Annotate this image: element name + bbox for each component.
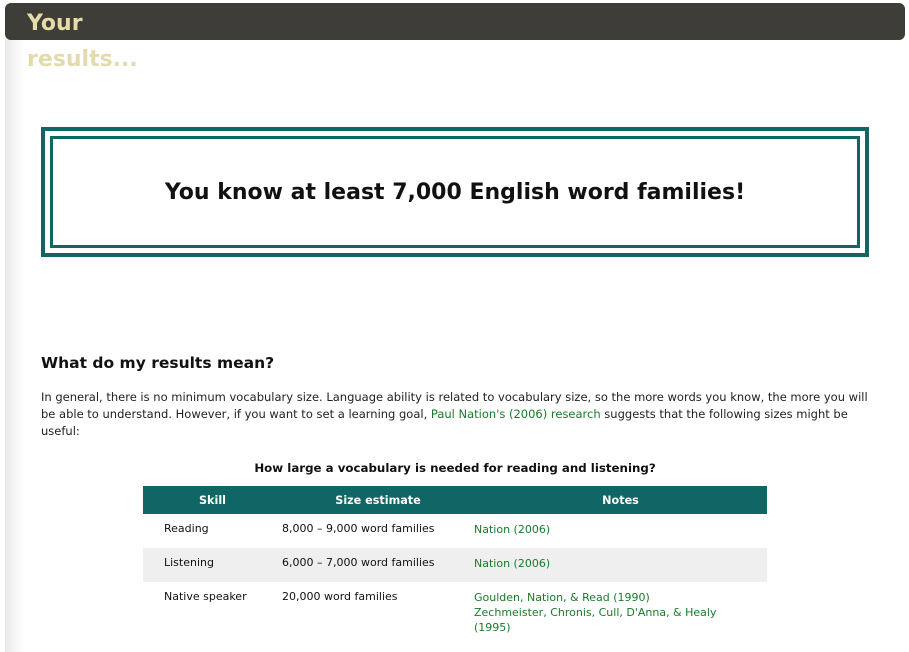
- result-box: You know at least 7,000 English word fam…: [41, 127, 869, 257]
- cell-skill: Reading: [164, 522, 209, 535]
- cell-size: 6,000 – 7,000 word families: [282, 548, 474, 582]
- left-shadow-strip: [5, 40, 24, 652]
- column-header-size: Size estimate: [282, 486, 474, 514]
- table-row-listening: Listening 6,000 – 7,000 word families Na…: [143, 548, 767, 582]
- cell-notes: Nation (2006): [474, 514, 767, 548]
- page-title-continued: results...: [27, 47, 138, 72]
- page-title: Your: [27, 11, 83, 36]
- result-message: You know at least 7,000 English word fam…: [164, 179, 746, 205]
- cell-notes: Goulden, Nation, & Read (1990) Zechmeist…: [474, 582, 767, 635]
- note-link[interactable]: Zechmeister, Chronis, Cull, D'Anna, & He…: [474, 605, 767, 620]
- table-header-row: Skill Size estimate Notes: [143, 486, 767, 514]
- vocabulary-table: Skill Size estimate Notes Reading 8,000 …: [143, 486, 767, 635]
- cell-size: 8,000 – 9,000 word families: [282, 522, 435, 535]
- title-bar: [5, 3, 905, 40]
- cell-skill: Native speaker: [164, 590, 247, 603]
- note-link[interactable]: (1995): [474, 620, 767, 635]
- table-caption: How large a vocabulary is needed for rea…: [254, 461, 656, 475]
- cell-skill: Listening: [143, 548, 282, 582]
- result-box-inner: You know at least 7,000 English word fam…: [50, 136, 860, 248]
- table-row-native-speaker: Native speaker 20,000 word families Goul…: [143, 582, 767, 635]
- column-header-skill: Skill: [143, 486, 282, 514]
- column-header-notes: Notes: [474, 486, 767, 514]
- cell-size: 20,000 word families: [282, 590, 398, 603]
- note-link[interactable]: Nation (2006): [474, 522, 767, 537]
- nation-research-link[interactable]: Paul Nation's (2006) research: [431, 407, 601, 421]
- table-row-reading: Reading 8,000 – 9,000 word families Nati…: [143, 514, 767, 548]
- intro-paragraph: In general, there is no minimum vocabula…: [41, 389, 871, 440]
- note-link[interactable]: Nation (2006): [474, 556, 767, 571]
- note-link[interactable]: Goulden, Nation, & Read (1990): [474, 590, 767, 605]
- section-heading: What do my results mean?: [41, 354, 275, 372]
- cell-notes: Nation (2006): [474, 548, 767, 582]
